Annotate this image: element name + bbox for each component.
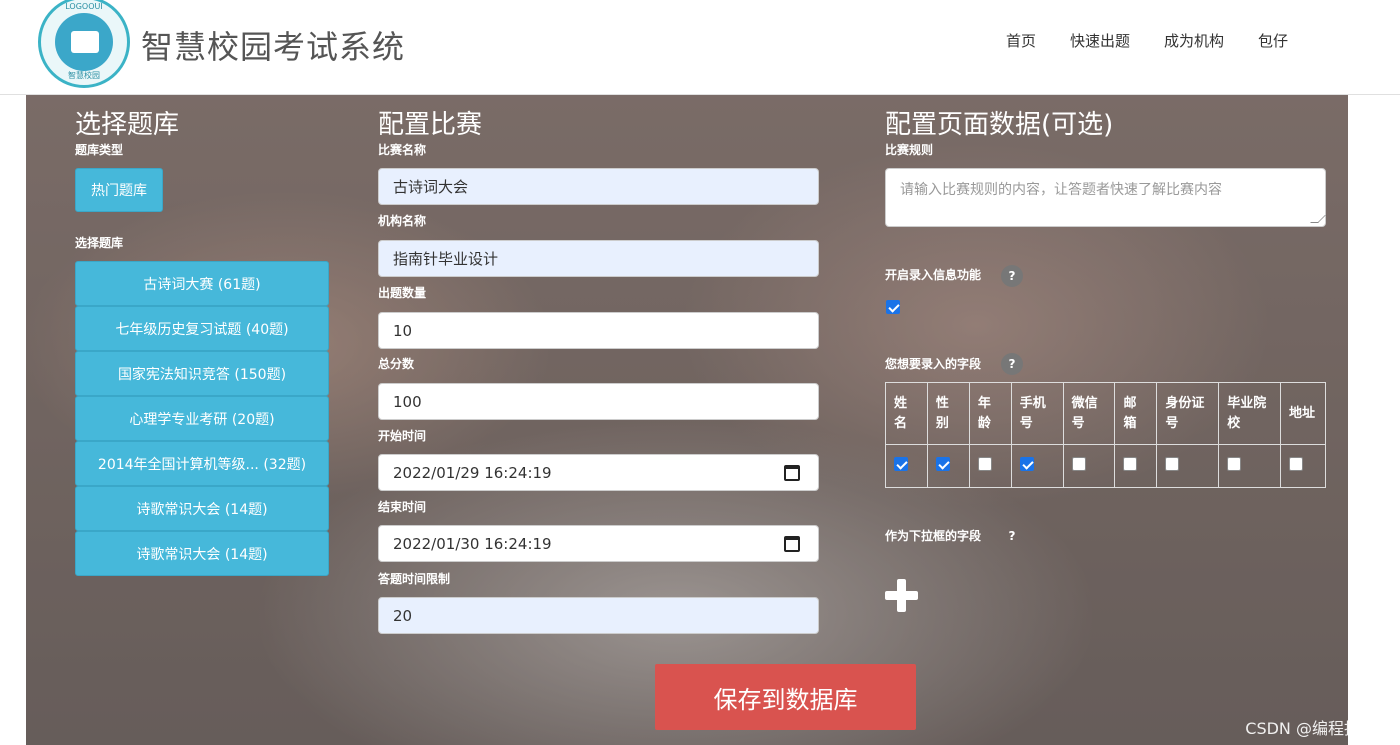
fields-table: 姓名 性别 年龄 手机号 微信号 邮箱 身份证号 毕业院校 地址: [885, 382, 1326, 488]
rules-placeholder: 请输入比赛规则的内容，让答题者快速了解比赛内容: [900, 182, 1222, 198]
field-checkbox[interactable]: [935, 457, 950, 471]
nav-user[interactable]: 包仔: [1258, 30, 1288, 51]
field-cell: [968, 444, 1012, 488]
resize-grip-icon[interactable]: [1310, 215, 1326, 223]
field-cell: [1156, 444, 1220, 488]
time-limit-input[interactable]: 20: [378, 597, 819, 634]
logo[interactable]: LOGOOUI 智慧校园: [38, 0, 130, 88]
select-bank-label: 选择题库: [75, 236, 124, 250]
bank-item[interactable]: 古诗词大赛 (61题): [75, 261, 329, 306]
field-header: 邮箱: [1114, 382, 1158, 445]
question-count-input[interactable]: 10: [378, 312, 819, 349]
calendar-icon[interactable]: [784, 465, 800, 481]
field-checkbox[interactable]: [1123, 457, 1138, 471]
logo-text-bottom: 智慧校园: [68, 71, 100, 80]
field-cell: [1010, 444, 1064, 488]
navbar: LOGOOUI 智慧校园 智慧校园考试系统 首页 快速出题 成为机构 包仔: [0, 0, 1400, 95]
field-header: 身份证号: [1156, 382, 1220, 445]
field-header: 性别: [926, 382, 970, 445]
field-header: 年龄: [968, 382, 1012, 445]
org-name-label: 机构名称: [378, 214, 427, 228]
middle-title: 配置比赛: [378, 110, 483, 140]
end-time-value: 2022/01/30 16:24:19: [393, 534, 552, 553]
top-nav: 首页 快速出题 成为机构 包仔: [1006, 30, 1288, 51]
nav-home[interactable]: 首页: [1006, 30, 1036, 51]
bank-item[interactable]: 2014年全国计算机等级... (32题): [75, 441, 329, 486]
field-header: 地址: [1280, 382, 1326, 445]
bank-item[interactable]: 诗歌常识大会 (14题): [75, 531, 329, 576]
field-cell: [1114, 444, 1158, 488]
left-title: 选择题库: [75, 110, 180, 140]
brand-title: 智慧校园考试系统: [141, 28, 406, 66]
enable-info-label: 开启录入信息功能: [885, 268, 982, 282]
field-cell: [1280, 444, 1326, 488]
field-checkbox[interactable]: [977, 457, 992, 471]
end-time-label: 结束时间: [378, 500, 427, 514]
watermark: CSDN @编程指南针: [1245, 719, 1392, 738]
bank-type-label: 题库类型: [75, 143, 124, 157]
rules-textarea[interactable]: 请输入比赛规则的内容，让答题者快速了解比赛内容: [885, 168, 1326, 227]
field-checkbox[interactable]: [1227, 457, 1242, 471]
field-cell: [926, 444, 970, 488]
help-icon[interactable]: ?: [1001, 265, 1023, 287]
time-limit-label: 答题时间限制: [378, 572, 451, 586]
fields-label: 您想要录入的字段: [885, 357, 982, 371]
field-header: 微信号: [1062, 382, 1116, 445]
field-cell: [885, 444, 928, 488]
contest-name-input[interactable]: 古诗词大会: [378, 168, 819, 205]
field-checkbox[interactable]: [1071, 457, 1086, 471]
field-checkbox[interactable]: [1019, 457, 1034, 471]
org-name-input[interactable]: 指南针毕业设计: [378, 240, 819, 277]
nav-quick-question[interactable]: 快速出题: [1070, 30, 1130, 51]
contest-name-label: 比赛名称: [378, 143, 427, 157]
bank-item[interactable]: 诗歌常识大会 (14题): [75, 486, 329, 531]
field-header: 手机号: [1010, 382, 1064, 445]
start-time-input[interactable]: 2022/01/29 16:24:19: [378, 454, 819, 491]
dropdown-fields-label: 作为下拉框的字段: [885, 529, 982, 543]
question-count-label: 出题数量: [378, 286, 427, 300]
add-field-plus-icon[interactable]: [885, 579, 918, 612]
save-to-database-button[interactable]: 保存到数据库: [655, 664, 916, 730]
field-cell: [1062, 444, 1116, 488]
enable-info-checkbox[interactable]: [886, 300, 900, 314]
calendar-icon[interactable]: [784, 536, 800, 552]
bank-item[interactable]: 心理学专业考研 (20题): [75, 396, 329, 441]
rules-label: 比赛规则: [885, 143, 934, 157]
bank-list: 古诗词大赛 (61题) 七年级历史复习试题 (40题) 国家宪法知识竞答 (15…: [75, 261, 329, 576]
total-score-input[interactable]: 100: [378, 383, 819, 420]
right-title: 配置页面数据(可选): [885, 110, 1114, 140]
help-icon[interactable]: ?: [1001, 353, 1023, 375]
field-cell: [1218, 444, 1281, 488]
end-time-input[interactable]: 2022/01/30 16:24:19: [378, 525, 819, 562]
book-icon: [71, 31, 99, 53]
field-header: 毕业院校: [1218, 382, 1281, 445]
logo-badge: [55, 13, 113, 71]
start-time-value: 2022/01/29 16:24:19: [393, 463, 552, 482]
field-header: 姓名: [885, 382, 928, 445]
field-checkbox[interactable]: [1289, 457, 1303, 471]
start-time-label: 开始时间: [378, 429, 427, 443]
help-icon[interactable]: ?: [1001, 525, 1023, 547]
field-checkbox[interactable]: [894, 457, 908, 471]
logo-text-top: LOGOOUI: [65, 2, 103, 11]
field-checkbox[interactable]: [1165, 457, 1180, 471]
bank-item[interactable]: 七年级历史复习试题 (40题): [75, 306, 329, 351]
hot-bank-button[interactable]: 热门题库: [75, 168, 163, 212]
nav-become-org[interactable]: 成为机构: [1164, 30, 1224, 51]
total-score-label: 总分数: [378, 357, 415, 371]
bank-item[interactable]: 国家宪法知识竞答 (150题): [75, 351, 329, 396]
